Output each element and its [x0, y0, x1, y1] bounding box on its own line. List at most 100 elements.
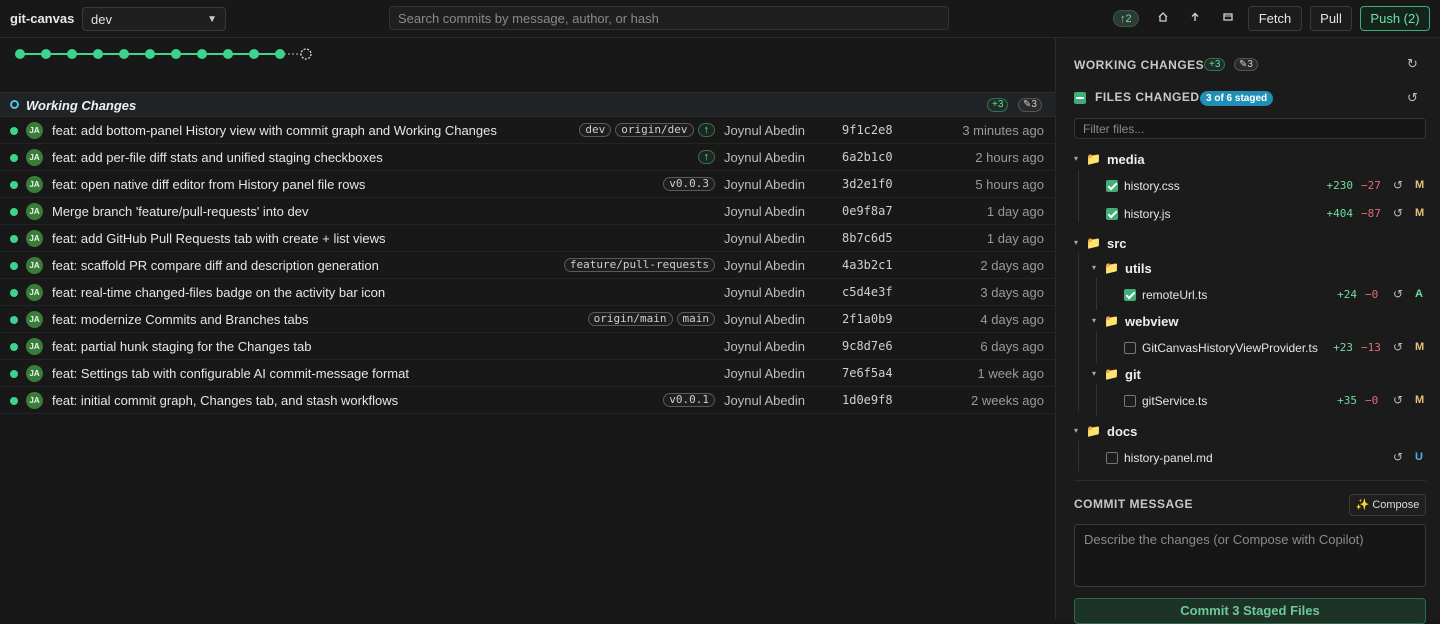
ref-tag[interactable]: main [676, 312, 715, 326]
ref-tag[interactable]: dev [579, 123, 612, 137]
graph-node[interactable] [67, 49, 77, 59]
chevron-down-icon[interactable]: ▾ [1074, 238, 1078, 247]
file-name[interactable]: history.js [1124, 207, 1170, 221]
commit-row[interactable]: JA Merge branch 'feature/pull-requests' i… [0, 198, 1056, 225]
discard-icon[interactable]: ↺ [1393, 450, 1403, 464]
commit-hash[interactable]: 4a3b2c1 [842, 258, 893, 272]
discard-all-icon[interactable]: ↺ [1407, 90, 1418, 106]
graph-node[interactable] [223, 49, 233, 59]
ref-tag[interactable]: feature/pull-requests [563, 258, 715, 272]
commit-row[interactable]: JA feat: add per-file diff stats and unif… [0, 144, 1056, 171]
commit-hash[interactable]: 2f1a0b9 [842, 312, 893, 326]
discard-icon[interactable]: ↺ [1393, 340, 1403, 354]
commit-hash[interactable]: c5d4e3f [842, 285, 893, 299]
commit-row[interactable]: JA feat: add GitHub Pull Requests tab wit… [0, 225, 1056, 252]
graph-node[interactable] [249, 49, 259, 59]
commit-hash[interactable]: 0e9f8a7 [842, 204, 893, 218]
chevron-down-icon[interactable]: ▾ [1092, 316, 1096, 325]
stage-checkbox[interactable] [1106, 452, 1118, 464]
commit-row[interactable]: JA feat: partial hunk staging for the Cha… [0, 333, 1056, 360]
graph-node[interactable] [15, 49, 25, 59]
tree-folder-docs[interactable]: ▾ 📁 docs [1057, 420, 1440, 444]
compose-button[interactable]: ✨ Compose [1349, 494, 1426, 516]
file-name[interactable]: GitCanvasHistoryViewProvider.ts [1142, 341, 1318, 355]
commit-hash[interactable]: 6a2b1c0 [842, 150, 893, 164]
commit-row[interactable]: JA feat: real-time changed-files badge on… [0, 279, 1056, 306]
graph-node[interactable] [41, 49, 51, 59]
ref-tag[interactable]: origin/dev [615, 123, 694, 137]
stage-checkbox[interactable] [1124, 342, 1136, 354]
commit-row[interactable]: JA feat: Settings tab with configurable A… [0, 360, 1056, 387]
commit-hash[interactable]: 3d2e1f0 [842, 177, 893, 191]
branch-select[interactable]: dev ▼ [82, 7, 226, 31]
commit-hash[interactable]: 7e6f5a4 [842, 366, 893, 380]
chevron-down-icon[interactable]: ▾ [1074, 154, 1078, 163]
chevron-down-icon[interactable]: ▾ [1092, 263, 1096, 272]
discard-icon[interactable]: ↺ [1393, 287, 1403, 301]
stage-checkbox[interactable] [1124, 395, 1136, 407]
unpushed-badge[interactable]: ↑ [697, 123, 715, 137]
refresh-icon[interactable]: ↻ [1407, 56, 1418, 72]
discard-icon[interactable]: ↺ [1393, 393, 1403, 407]
file-name[interactable]: history-panel.md [1124, 451, 1213, 465]
tree-file-row[interactable]: GitCanvasHistoryViewProvider.ts +23 −13 ↺ M [1057, 336, 1440, 360]
working-changes-row[interactable]: Working Changes +3 ✎3 [0, 92, 1056, 117]
tree-folder-media[interactable]: ▾ 📁 media [1057, 148, 1440, 172]
commit-tags: ↑ [697, 150, 715, 164]
commit-message: feat: real-time changed-files badge on t… [52, 285, 386, 300]
fetch-button[interactable]: Fetch [1248, 6, 1302, 31]
graph-node[interactable] [93, 49, 103, 59]
app-title: git-canvas [10, 11, 75, 26]
graph-node[interactable] [171, 49, 181, 59]
commit-staged-button[interactable]: Commit 3 Staged Files [1074, 598, 1426, 624]
search-input[interactable] [389, 6, 949, 30]
commit-hash[interactable]: 8b7c6d5 [842, 231, 893, 245]
tree-file-row[interactable]: remoteUrl.ts +24 −0 ↺ A [1057, 283, 1440, 307]
tree-file-row[interactable]: history.css +230 −27 ↺ M [1057, 174, 1440, 198]
tree-folder-src[interactable]: ▾ 📁 src [1057, 232, 1440, 256]
ref-tag[interactable]: v0.0.1 [663, 393, 715, 407]
file-name[interactable]: history.css [1124, 179, 1180, 193]
commit-row[interactable]: JA feat: open native diff editor from His… [0, 171, 1056, 198]
commit-author: Joynul Abedin [724, 258, 805, 273]
unpushed-badge[interactable]: ↑ [697, 150, 715, 164]
graph-node[interactable] [119, 49, 129, 59]
discard-icon[interactable]: ↺ [1393, 206, 1403, 220]
commit-hash[interactable]: 9f1c2e8 [842, 123, 893, 137]
tree-folder-utils[interactable]: ▾ 📁 utils [1057, 257, 1440, 281]
graph-node[interactable] [145, 49, 155, 59]
commit-row[interactable]: JA feat: add bottom-panel History view wi… [0, 117, 1056, 144]
commit-message-input[interactable] [1074, 524, 1426, 587]
pull-button[interactable]: Pull [1310, 6, 1352, 31]
ref-tag[interactable]: v0.0.3 [663, 177, 715, 191]
tree-file-row[interactable]: history-panel.md ↺ U [1057, 446, 1440, 470]
tree-file-row[interactable]: history.js +404 −87 ↺ M [1057, 202, 1440, 226]
discard-icon[interactable]: ↺ [1393, 178, 1403, 192]
stage-checkbox[interactable] [1124, 289, 1136, 301]
commit-dot [10, 289, 18, 297]
select-all-checkbox[interactable] [1074, 92, 1086, 104]
tree-folder-git[interactable]: ▾ 📁 git [1057, 363, 1440, 387]
graph-node[interactable] [197, 49, 207, 59]
arrow-up-icon[interactable] [1186, 10, 1204, 28]
chevron-down-icon[interactable]: ▾ [1092, 369, 1096, 378]
file-name[interactable]: gitService.ts [1142, 394, 1207, 408]
commit-hash[interactable]: 1d0e9f8 [842, 393, 893, 407]
tree-folder-webview[interactable]: ▾ 📁 webview [1057, 310, 1440, 334]
stage-checkbox[interactable] [1106, 180, 1118, 192]
ref-tag[interactable]: origin/main [587, 312, 673, 326]
push-button[interactable]: Push (2) [1360, 6, 1430, 31]
commit-row[interactable]: JA feat: initial commit graph, Changes ta… [0, 387, 1056, 414]
commit-hash[interactable]: 9c8d7e6 [842, 339, 893, 353]
filter-files-input[interactable] [1074, 118, 1426, 139]
stage-checkbox[interactable] [1106, 208, 1118, 220]
home-icon[interactable] [1154, 10, 1172, 28]
commit-row[interactable]: JA feat: modernize Commits and Branches t… [0, 306, 1056, 333]
file-name[interactable]: remoteUrl.ts [1142, 288, 1207, 302]
tree-file-row[interactable]: gitService.ts +35 −0 ↺ M [1057, 389, 1440, 413]
graph-working-node[interactable] [300, 48, 312, 60]
graph-node[interactable] [275, 49, 285, 59]
stash-icon[interactable] [1219, 10, 1237, 28]
commit-row[interactable]: JA feat: scaffold PR compare diff and des… [0, 252, 1056, 279]
chevron-down-icon[interactable]: ▾ [1074, 426, 1078, 435]
